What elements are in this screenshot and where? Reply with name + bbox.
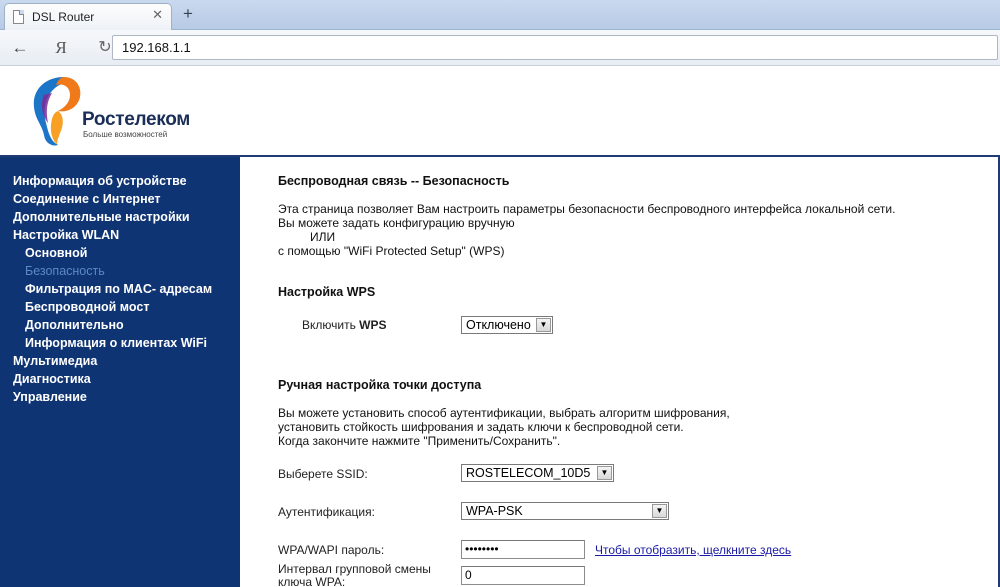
wps-enable-select[interactable]: Отключено ▼ (461, 316, 553, 334)
main-content: Беспроводная связь -- Безопасность Эта с… (278, 157, 998, 587)
yandex-icon[interactable]: Я (50, 37, 72, 59)
sidebar-item-management[interactable]: Управление (13, 389, 212, 407)
sidebar-item-internet[interactable]: Соединение с Интернет (13, 191, 212, 209)
chevron-down-icon[interactable]: ▼ (652, 504, 667, 518)
sidebar-item-wlan-mac-filter[interactable]: Фильтрация по MAC- адресам (13, 281, 212, 299)
manual-text-1: Вы можете установить способ аутентификац… (278, 406, 730, 420)
browser-toolbar: ← Я ↻ 192.168.1.1 (0, 30, 1000, 66)
wps-enable-label: Включить WPS (302, 318, 387, 332)
sidebar-item-multimedia[interactable]: Мультимедиа (13, 353, 212, 371)
close-tab-icon[interactable]: ✕ (152, 7, 163, 23)
chevron-down-icon[interactable]: ▼ (536, 318, 551, 332)
sidebar-item-wlan-clients[interactable]: Информация о клиентах WiFi (13, 335, 212, 353)
ssid-label: Выберете SSID: (278, 467, 368, 481)
sidebar-item-wlan-security[interactable]: Безопасность (13, 263, 212, 281)
sidebar-item-diagnostics[interactable]: Диагностика (13, 371, 212, 389)
intro-text-3: с помощью "WiFi Protected Setup" (WPS) (278, 244, 505, 258)
brand-name: Ростелеком (82, 109, 191, 130)
page-icon (13, 10, 24, 24)
brand-slogan: Больше возможностей (83, 130, 168, 139)
sidebar-item-wlan-advanced[interactable]: Дополнительно (13, 317, 212, 335)
ssid-select[interactable]: ROSTELECOM_10D5 ▼ (461, 464, 614, 482)
wps-section-title: Настройка WPS (278, 285, 376, 299)
password-field[interactable]: •••••••• (461, 540, 585, 559)
browser-tab-bar: DSL Router ✕ + (0, 0, 1000, 30)
chevron-down-icon[interactable]: ▼ (597, 466, 612, 480)
wps-select-value: Отключено (466, 318, 531, 332)
browser-tab[interactable]: DSL Router ✕ (4, 3, 172, 30)
manual-text-3: Когда закончите нажмите "Применить/Сохра… (278, 434, 561, 448)
back-button[interactable]: ← (9, 37, 31, 59)
new-tab-button[interactable]: + (178, 4, 198, 24)
sidebar-item-wlan[interactable]: Настройка WLAN (13, 227, 212, 245)
sidebar-menu: Информация об устройстве Соединение с Ин… (13, 173, 212, 407)
tab-title: DSL Router (32, 10, 95, 24)
rekey-interval-label-line2: ключа WPA: (278, 575, 346, 587)
show-password-link[interactable]: Чтобы отобразить, щелкните здесь (595, 543, 791, 557)
sidebar-item-wlan-basic[interactable]: Основной (13, 245, 212, 263)
page-title: Беспроводная связь -- Безопасность (278, 174, 510, 188)
page-header: Ростелеком Больше возможностей (0, 67, 1000, 155)
auth-select-value: WPA-PSK (466, 504, 523, 518)
wps-label-prefix: Включить (302, 318, 360, 332)
intro-text-or: ИЛИ (310, 230, 336, 244)
sidebar-item-device-info[interactable]: Информация об устройстве (13, 173, 212, 191)
address-bar[interactable]: 192.168.1.1 (112, 35, 998, 60)
manual-text-2: установить стойкость шифрования и задать… (278, 420, 684, 434)
sidebar: Информация об устройстве Соединение с Ин… (0, 157, 240, 587)
intro-text-1: Эта страница позволяет Вам настроить пар… (278, 202, 896, 216)
ssid-select-value: ROSTELECOM_10D5 (466, 466, 591, 480)
wps-label-bold: WPS (359, 318, 387, 332)
sidebar-item-advanced[interactable]: Дополнительные настройки (13, 209, 212, 227)
password-label: WPA/WAPI пароль: (278, 543, 385, 557)
rostelecom-logo-icon (33, 77, 81, 146)
manual-section-title: Ручная настройка точки доступа (278, 378, 482, 392)
intro-text-2: Вы можете задать конфигурацию вручную (278, 216, 515, 230)
rekey-interval-field[interactable]: 0 (461, 566, 585, 585)
rekey-interval-label: Интервал групповой смены ключа WPA: (278, 563, 431, 587)
auth-label: Аутентификация: (278, 505, 375, 519)
sidebar-item-wlan-bridge[interactable]: Беспроводной мост (13, 299, 212, 317)
auth-select[interactable]: WPA-PSK ▼ (461, 502, 669, 520)
